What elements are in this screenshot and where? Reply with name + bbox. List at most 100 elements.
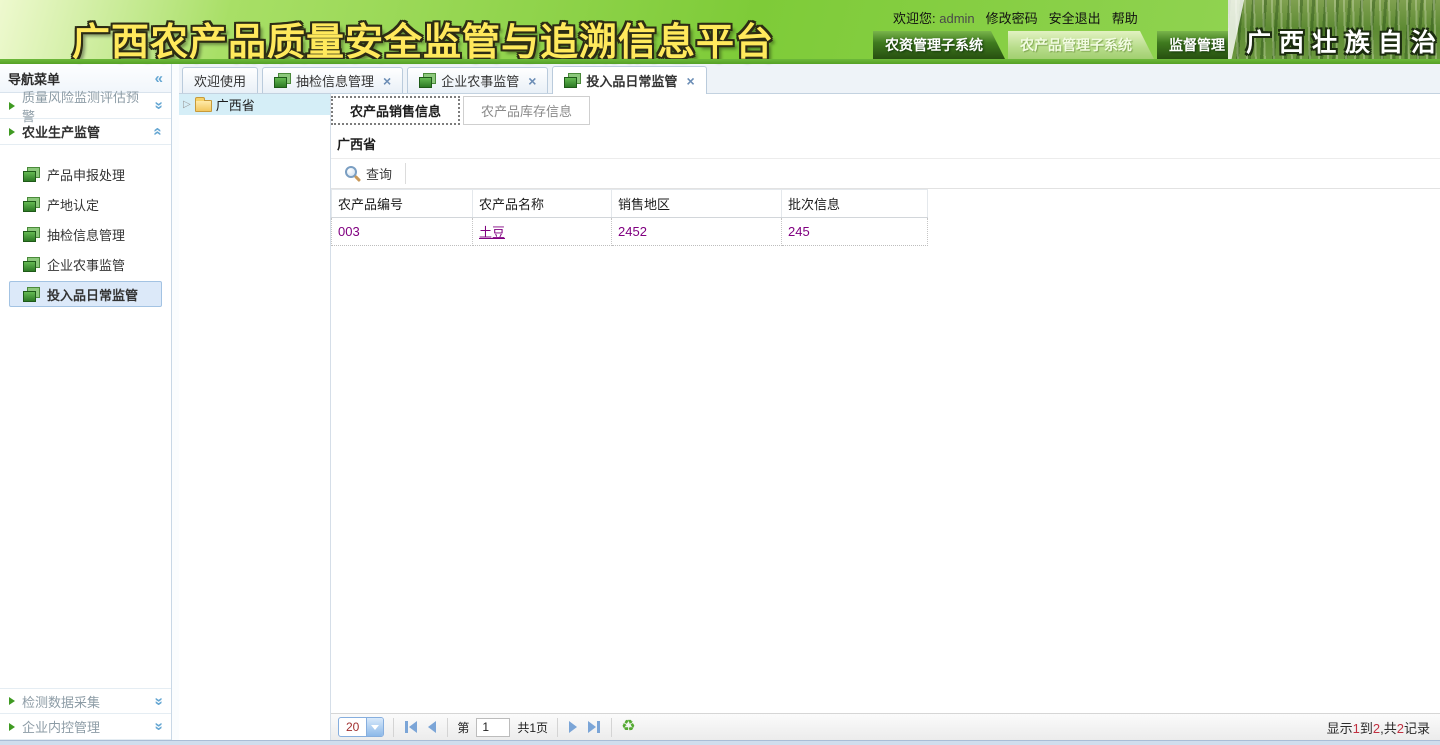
tab-welcome[interactable]: 欢迎使用: [182, 67, 258, 93]
sidebar-item-product-declaration[interactable]: 产品申报处理: [9, 161, 162, 187]
cell-product-name: 土豆: [473, 218, 612, 246]
wheat-field-image: 广西壮族自治区: [1228, 0, 1440, 64]
system-tab-agri-products[interactable]: 农产品管理子系统: [1008, 31, 1154, 59]
subtab-stock-info[interactable]: 农产品库存信息: [463, 96, 590, 125]
region-title: 广西省: [331, 125, 1440, 159]
subtab-sales-info[interactable]: 农产品销售信息: [331, 96, 460, 125]
book-icon: [23, 167, 40, 182]
products-table: 农产品编号 农产品名称 销售地区 批次信息 003 土豆 2452 245: [331, 189, 928, 246]
close-icon[interactable]: ×: [383, 73, 391, 89]
pagination-separator: [557, 718, 558, 737]
query-toolbar: 查询: [331, 159, 1440, 189]
sidebar-section-test-data-collection[interactable]: 检测数据采集 «: [0, 688, 171, 714]
cell-product-code: 003: [332, 218, 473, 246]
welcome-bar: 欢迎您: admin 修改密码 安全退出 帮助: [893, 8, 1138, 27]
banner-bottom-strip: [0, 59, 1440, 64]
first-page-button[interactable]: [403, 719, 419, 735]
product-name-link[interactable]: 土豆: [479, 225, 505, 240]
cell-batch-info: 245: [782, 218, 928, 246]
book-icon: [419, 73, 436, 88]
book-icon: [23, 287, 40, 302]
record-summary: 显示1到2,共2记录: [1327, 718, 1433, 737]
pagination-separator: [611, 718, 612, 737]
section-arrow-icon: [9, 128, 15, 136]
app-title: 广西农产品质量安全监管与追溯信息平台: [72, 11, 774, 66]
search-icon: [345, 166, 360, 181]
table-header-row: 农产品编号 农产品名称 销售地区 批次信息: [332, 190, 928, 218]
cell-sales-region: 2452: [612, 218, 782, 246]
page-prefix-label: 第: [457, 719, 469, 736]
col-batch-info: 批次信息: [782, 190, 928, 218]
query-button[interactable]: 查询: [336, 161, 401, 186]
chevron-down-icon[interactable]: «: [150, 697, 165, 705]
username: admin: [939, 11, 974, 26]
col-product-name: 农产品名称: [473, 190, 612, 218]
section-arrow-icon: [9, 102, 15, 110]
section-arrow-icon: [9, 697, 15, 705]
collapse-sidebar-icon[interactable]: «: [155, 71, 163, 86]
tab-sampling-info[interactable]: 抽检信息管理 ×: [262, 67, 403, 93]
help-link[interactable]: 帮助: [1112, 8, 1138, 27]
close-icon[interactable]: ×: [528, 73, 536, 89]
sidebar-item-input-daily-supervision[interactable]: 投入品日常监管: [9, 281, 162, 307]
region-tree-panel: ▷ 广西省: [179, 94, 331, 740]
sidebar-item-origin-certification[interactable]: 产地认定: [9, 191, 162, 217]
close-icon[interactable]: ×: [686, 73, 694, 89]
table-row[interactable]: 003 土豆 2452 245: [332, 218, 928, 246]
sidebar-title: 导航菜单: [8, 69, 60, 88]
welcome-text: 欢迎您: admin: [893, 8, 975, 27]
main-panel: 欢迎使用 抽检信息管理 × 企业农事监管 × 投入品日常监管 × ▷: [179, 64, 1440, 740]
sidebar-section-internal-control[interactable]: 企业内控管理 «: [0, 714, 171, 740]
book-icon: [23, 197, 40, 212]
next-page-button[interactable]: [567, 719, 579, 735]
sidebar-item-sampling-info[interactable]: 抽检信息管理: [9, 221, 162, 247]
pagination-separator: [447, 718, 448, 737]
page-total-label: 共1页: [517, 719, 548, 736]
system-tab-farm-materials[interactable]: 农资管理子系统: [873, 31, 1005, 59]
chevron-up-icon[interactable]: «: [150, 127, 165, 135]
folder-icon: [195, 100, 212, 112]
sidebar-splitter[interactable]: [172, 64, 179, 740]
book-icon: [564, 73, 581, 88]
page-size-value: 20: [339, 718, 366, 736]
change-password-link[interactable]: 修改密码: [986, 8, 1038, 27]
bottom-status-strip: [0, 740, 1440, 745]
sidebar-section-risk-warning[interactable]: 质量风险监测评估预警 «: [0, 93, 171, 119]
col-product-code: 农产品编号: [332, 190, 473, 218]
chevron-down-icon[interactable]: «: [150, 101, 165, 109]
document-tabbar: 欢迎使用 抽检信息管理 × 企业农事监管 × 投入品日常监管 ×: [179, 64, 1440, 94]
chevron-down-icon[interactable]: «: [150, 722, 165, 730]
last-page-button[interactable]: [586, 719, 602, 735]
logout-link[interactable]: 安全退出: [1049, 8, 1101, 27]
diagonal-divider: [1228, 0, 1245, 64]
content-spacer: [331, 246, 1440, 713]
prev-page-button[interactable]: [426, 719, 438, 735]
pagination-separator: [393, 718, 394, 737]
sidebar-menu: 产品申报处理 产地认定 抽检信息管理 企业农事监管 投入品日常监管: [0, 145, 171, 311]
page-number-input[interactable]: [476, 718, 510, 737]
dropdown-arrow-icon[interactable]: [366, 718, 383, 736]
tab-farming-supervision[interactable]: 企业农事监管 ×: [407, 67, 548, 93]
region-banner-label: 广西壮族自治区: [1246, 23, 1440, 59]
tree-expand-icon[interactable]: ▷: [183, 99, 191, 110]
sidebar-spacer: [0, 311, 171, 688]
book-icon: [23, 257, 40, 272]
book-icon: [274, 73, 291, 88]
content-subtabs: 农产品销售信息 农产品库存信息: [331, 94, 1440, 125]
tab-body: ▷ 广西省 农产品销售信息 农产品库存信息 广西省 查询: [179, 94, 1440, 740]
sidebar-item-farming-supervision[interactable]: 企业农事监管: [9, 251, 162, 277]
toolbar-separator: [405, 163, 406, 184]
refresh-icon[interactable]: ♻: [621, 719, 635, 735]
tree-node-guangxi[interactable]: ▷ 广西省: [179, 94, 330, 115]
top-banner: 广西农产品质量安全监管与追溯信息平台 欢迎您: admin 修改密码 安全退出 …: [0, 0, 1440, 64]
system-tabs: 农资管理子系统 农产品管理子系统 监督管理: [873, 31, 1247, 59]
main-layout: 导航菜单 « 质量风险监测评估预警 « 农业生产监管 « 产品申报处理 产地认定: [0, 64, 1440, 740]
section-arrow-icon: [9, 723, 15, 731]
col-sales-region: 销售地区: [612, 190, 782, 218]
pagination-bar: 20 第 共1页 ♻ 显示1到2,共2记录: [331, 713, 1440, 740]
page-size-select[interactable]: 20: [338, 717, 384, 737]
tab-input-daily-supervision[interactable]: 投入品日常监管 ×: [552, 66, 706, 94]
content-panel: 农产品销售信息 农产品库存信息 广西省 查询 农产品编号 农产品名: [331, 94, 1440, 740]
navigation-sidebar: 导航菜单 « 质量风险监测评估预警 « 农业生产监管 « 产品申报处理 产地认定: [0, 64, 172, 740]
sidebar-section-production-supervision[interactable]: 农业生产监管 «: [0, 119, 171, 145]
